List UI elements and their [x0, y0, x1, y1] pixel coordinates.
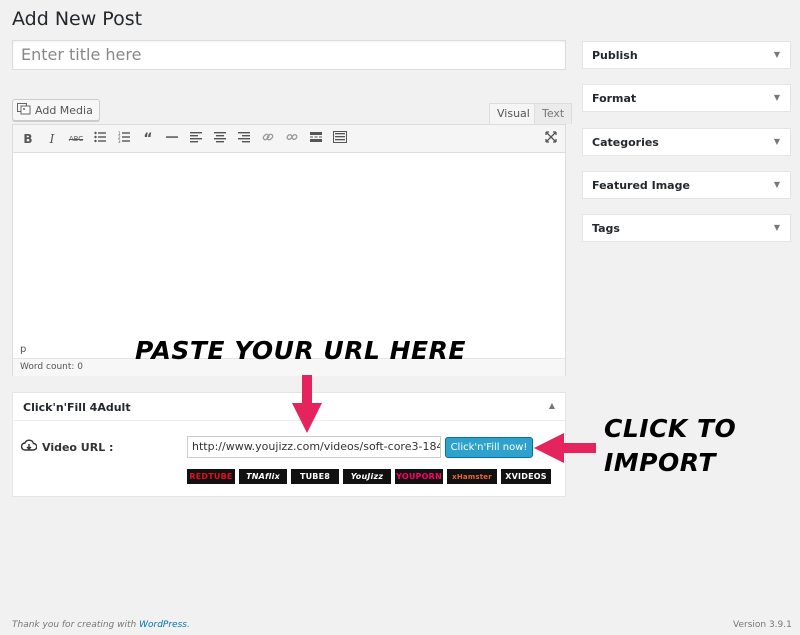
tags-box-title: Tags	[592, 222, 620, 235]
align-right-icon[interactable]	[236, 131, 252, 147]
publish-box[interactable]: Publish ▼	[582, 41, 791, 69]
editor-toolbar: B I ABC 123 “	[13, 125, 565, 153]
logo-xhamster[interactable]: xHamster	[447, 469, 497, 484]
wordpress-link[interactable]: WordPress	[139, 620, 187, 630]
metabox-title-text: Click'n'Fill 4Adult	[23, 401, 131, 414]
format-box-title: Format	[592, 92, 637, 105]
logo-redtube[interactable]: REDTUBE	[187, 469, 235, 484]
insert-link-icon[interactable]	[260, 131, 276, 147]
site-logos: REDTUBE TNAflix TUBE8 YouJizz YOUPORN xH…	[187, 469, 551, 484]
tags-box[interactable]: Tags ▼	[582, 214, 791, 242]
video-url-label-text: Video URL :	[42, 441, 114, 454]
toolbar-toggle-icon[interactable]	[332, 131, 348, 147]
logo-youjizz[interactable]: YouJizz	[343, 469, 391, 484]
categories-box[interactable]: Categories ▼	[582, 128, 791, 156]
remove-link-icon[interactable]	[284, 131, 300, 147]
chevron-down-icon: ▼	[773, 223, 780, 232]
download-icon	[20, 439, 38, 456]
click-note-line2: IMPORT	[604, 448, 716, 477]
chevron-down-icon: ▼	[773, 50, 780, 59]
page-title: Add New Post	[12, 8, 143, 30]
italic-icon[interactable]: I	[44, 131, 60, 147]
down-arrow-icon	[292, 375, 322, 433]
tab-text[interactable]: Text	[534, 103, 573, 124]
read-more-icon[interactable]	[308, 131, 324, 147]
video-url-input[interactable]: http://www.youjizz.com/videos/soft-core3…	[187, 436, 441, 458]
align-center-icon[interactable]	[212, 131, 228, 147]
logo-tube8[interactable]: TUBE8	[291, 469, 339, 484]
featured-image-box-title: Featured Image	[592, 179, 690, 192]
format-box[interactable]: Format ▼	[582, 84, 791, 112]
clicknfill-button[interactable]: Click'n'Fill now!	[445, 437, 533, 458]
click-to-import-annotation: CLICK TO IMPORT	[604, 412, 736, 480]
categories-box-title: Categories	[592, 136, 659, 149]
numbered-list-icon[interactable]: 123	[116, 131, 132, 147]
fullscreen-icon[interactable]	[543, 131, 559, 147]
blockquote-icon[interactable]: “	[140, 131, 156, 147]
click-note-line1: CLICK TO	[604, 414, 737, 443]
left-arrow-icon	[534, 433, 596, 463]
logo-youporn[interactable]: YOUPORN	[395, 469, 443, 484]
chevron-down-icon: ▼	[773, 180, 780, 189]
tab-visual[interactable]: Visual	[489, 103, 538, 124]
bulleted-list-icon[interactable]	[92, 131, 108, 147]
featured-image-box[interactable]: Featured Image ▼	[582, 171, 791, 199]
metabox-title[interactable]: Click'n'Fill 4Adult ▲	[13, 393, 565, 421]
footer-thanks-prefix: Thank you for creating with	[12, 620, 140, 630]
add-media-label: Add Media	[35, 103, 93, 117]
bold-icon[interactable]: B	[20, 131, 36, 147]
chevron-down-icon: ▼	[773, 93, 780, 102]
chevron-down-icon: ▼	[773, 137, 780, 146]
footer-version: Version 3.9.1	[733, 620, 792, 630]
post-title-input[interactable]: Enter title here	[12, 40, 566, 70]
add-media-button[interactable]: Add Media	[12, 99, 100, 121]
editor-path: p	[20, 344, 27, 355]
logo-tnaflix[interactable]: TNAflix	[239, 469, 287, 484]
logo-xvideos[interactable]: XVIDEOS	[501, 469, 551, 484]
align-left-icon[interactable]	[188, 131, 204, 147]
footer-thanks: Thank you for creating with WordPress.	[12, 620, 190, 630]
video-url-label: Video URL :	[20, 439, 114, 456]
clicknfill-metabox: Click'n'Fill 4Adult ▲ Video URL : http:/…	[12, 392, 566, 497]
horizontal-line-icon[interactable]	[164, 131, 180, 147]
collapse-icon[interactable]: ▲	[549, 401, 555, 410]
strikethrough-icon[interactable]: ABC	[68, 131, 84, 147]
publish-box-title: Publish	[592, 49, 638, 62]
paste-url-annotation: PASTE YOUR URL HERE	[135, 336, 466, 365]
svg-text:3: 3	[118, 139, 121, 143]
media-icon	[17, 102, 31, 118]
footer-thanks-suffix: .	[186, 620, 190, 630]
